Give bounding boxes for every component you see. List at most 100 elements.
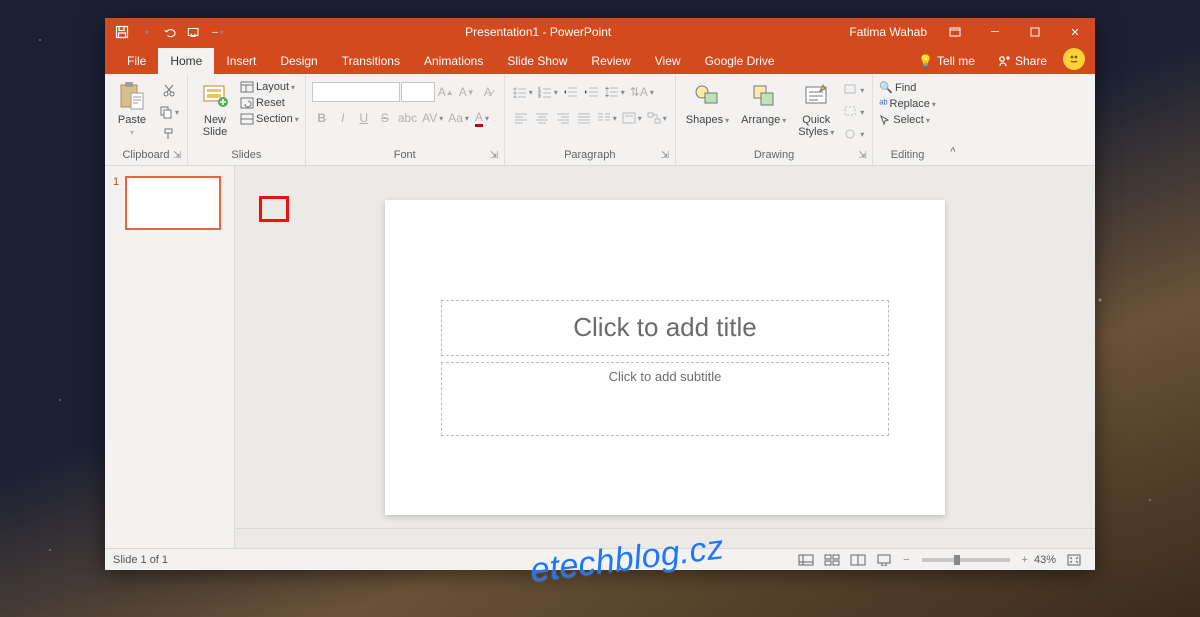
thumbnail-preview[interactable] (125, 176, 221, 230)
normal-view-icon[interactable] (794, 551, 818, 569)
powerpoint-window: ‒ Presentation1 - PowerPoint Fatima Waha… (105, 18, 1095, 570)
find-button[interactable]: 🔍Find (879, 80, 936, 95)
reading-view-icon[interactable] (846, 551, 870, 569)
justify-icon[interactable] (574, 108, 594, 128)
decrease-indent-icon[interactable] (561, 82, 581, 102)
quick-access-toolbar: ‒ (105, 25, 235, 39)
slide-canvas-area[interactable]: Click to add title Click to add subtitle… (235, 166, 1095, 548)
tab-view[interactable]: View (643, 48, 693, 74)
tab-insert[interactable]: Insert (214, 48, 268, 74)
paste-label: Paste (118, 114, 146, 126)
zoom-slider[interactable] (922, 558, 1010, 562)
font-launcher-icon[interactable]: ⇲ (490, 150, 502, 162)
layout-button[interactable]: Layout (240, 80, 299, 94)
thumbnail-1[interactable]: 1 (113, 176, 226, 230)
save-icon[interactable] (115, 25, 129, 39)
signed-in-user[interactable]: Fatima Wahab (841, 25, 935, 39)
clear-formatting-icon[interactable]: A̷ (478, 82, 498, 102)
group-label-paragraph: Paragraph (511, 147, 669, 165)
notes-splitter[interactable] (235, 528, 1095, 548)
section-button[interactable]: Section (240, 112, 299, 126)
title-placeholder[interactable]: Click to add title (441, 300, 889, 356)
zoom-in-icon[interactable]: + (1022, 554, 1028, 566)
shape-fill-icon[interactable] (842, 80, 866, 100)
tab-review[interactable]: Review (579, 48, 642, 74)
group-slides: New Slide Layout Reset Section Slides (188, 74, 306, 165)
quick-styles-label: Quick Styles (798, 114, 834, 138)
copy-icon[interactable] (157, 102, 181, 122)
align-text-icon[interactable] (620, 108, 644, 128)
tab-animations[interactable]: Animations (412, 48, 495, 74)
tab-slideshow[interactable]: Slide Show (495, 48, 579, 74)
quick-styles-button[interactable]: Quick Styles (794, 78, 838, 140)
ribbon-display-options-icon[interactable] (935, 18, 975, 46)
font-family-input[interactable] (312, 82, 400, 102)
feedback-smiley-icon[interactable] (1063, 48, 1085, 70)
slide-sorter-view-icon[interactable] (820, 551, 844, 569)
subtitle-placeholder[interactable]: Click to add subtitle (441, 362, 889, 436)
align-right-icon[interactable] (553, 108, 573, 128)
tab-design[interactable]: Design (268, 48, 329, 74)
zoom-out-icon[interactable]: − (903, 554, 909, 566)
close-button[interactable]: ✕ (1055, 18, 1095, 46)
qat-customize-icon[interactable]: ‒ (211, 25, 225, 39)
collapse-ribbon-icon[interactable]: ^ (942, 74, 964, 165)
tell-me[interactable]: 💡 Tell me (906, 54, 987, 74)
format-painter-icon[interactable] (157, 124, 181, 144)
numbering-icon[interactable]: 123 (536, 82, 560, 102)
bullets-icon[interactable] (511, 82, 535, 102)
share-button[interactable]: Share (987, 54, 1057, 74)
replace-button[interactable]: ᵃᵇReplace (879, 97, 936, 111)
decrease-font-icon[interactable]: A▼ (457, 82, 477, 102)
slide-indicator[interactable]: Slide 1 of 1 (113, 554, 168, 566)
shapes-button[interactable]: Shapes (682, 78, 733, 128)
align-left-icon[interactable] (511, 108, 531, 128)
font-color-icon[interactable]: A (472, 108, 492, 128)
drawing-launcher-icon[interactable]: ⇲ (858, 150, 870, 162)
line-spacing-icon[interactable] (603, 82, 627, 102)
change-case-icon[interactable]: Aa (446, 108, 471, 128)
clipboard-launcher-icon[interactable]: ⇲ (173, 150, 185, 162)
increase-font-icon[interactable]: A▲ (436, 82, 456, 102)
select-button[interactable]: Select (879, 113, 936, 127)
tab-transitions[interactable]: Transitions (330, 48, 412, 74)
strikethrough-icon[interactable]: S (375, 108, 395, 128)
shape-outline-icon[interactable] (842, 102, 866, 122)
tab-googledrive[interactable]: Google Drive (693, 48, 787, 74)
zoom-level[interactable]: 43% (1034, 554, 1056, 566)
qat-more-icon[interactable] (139, 25, 153, 39)
share-label: Share (1015, 54, 1047, 68)
fit-to-window-icon[interactable] (1062, 551, 1086, 569)
minimize-button[interactable]: ─ (975, 18, 1015, 46)
tab-home[interactable]: Home (158, 48, 214, 74)
tab-file[interactable]: File (115, 48, 158, 74)
new-slide-button[interactable]: New Slide (194, 78, 236, 140)
reset-button[interactable]: Reset (240, 96, 299, 110)
paragraph-launcher-icon[interactable]: ⇲ (661, 150, 673, 162)
align-center-icon[interactable] (532, 108, 552, 128)
quick-styles-icon (800, 80, 832, 112)
slide-thumbnails-panel[interactable]: 1 (105, 166, 235, 548)
shape-effects-icon[interactable] (842, 124, 866, 144)
arrange-label: Arrange (741, 114, 786, 126)
columns-icon[interactable] (595, 108, 619, 128)
bold-icon[interactable]: B (312, 108, 332, 128)
text-direction-icon[interactable]: ⇅A (628, 82, 656, 102)
shapes-icon (691, 80, 723, 112)
share-icon (997, 54, 1011, 68)
underline-icon[interactable]: U (354, 108, 374, 128)
increase-indent-icon[interactable] (582, 82, 602, 102)
cut-icon[interactable] (157, 80, 181, 100)
italic-icon[interactable]: I (333, 108, 353, 128)
undo-icon[interactable] (163, 25, 177, 39)
smartart-icon[interactable] (645, 108, 669, 128)
arrange-button[interactable]: Arrange (737, 78, 790, 128)
paste-button[interactable]: Paste ▾ (111, 78, 153, 139)
text-shadow-icon[interactable]: abc (396, 108, 419, 128)
font-size-input[interactable] (401, 82, 435, 102)
slideshow-view-icon[interactable] (872, 551, 896, 569)
start-from-beginning-icon[interactable] (187, 25, 201, 39)
slide[interactable]: Click to add title Click to add subtitle (385, 200, 945, 515)
maximize-button[interactable] (1015, 18, 1055, 46)
character-spacing-icon[interactable]: AV (420, 108, 445, 128)
